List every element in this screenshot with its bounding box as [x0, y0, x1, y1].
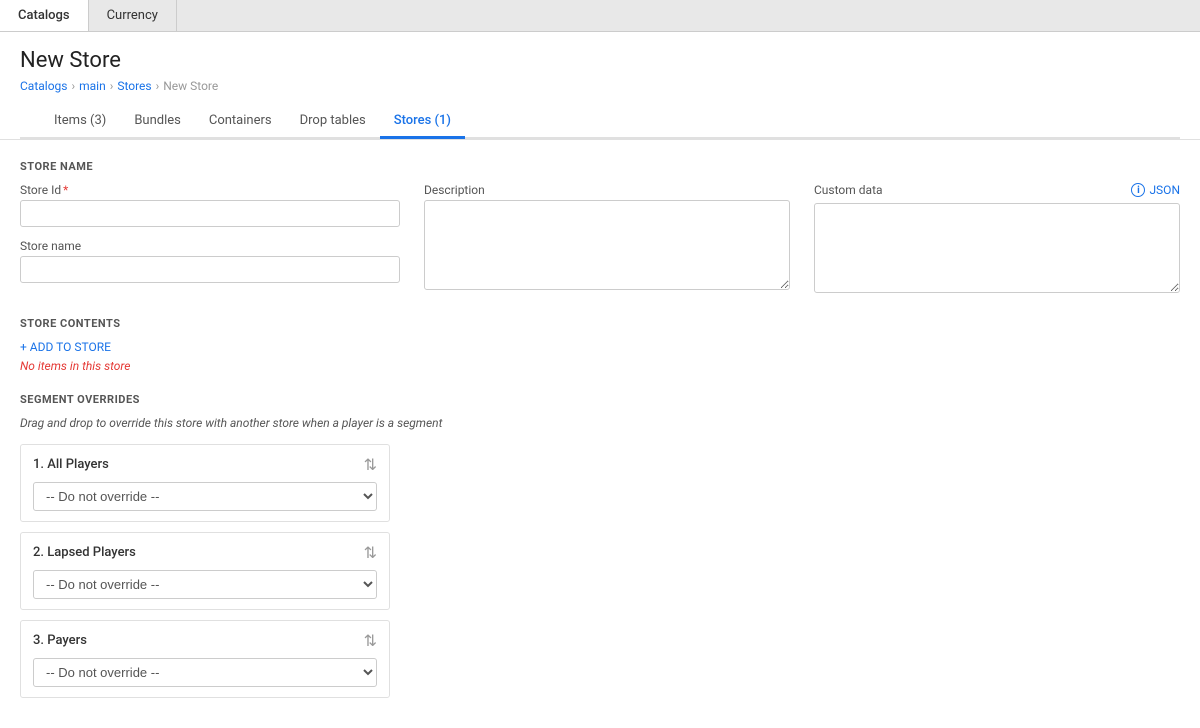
- segment-item-1-drag-icon[interactable]: ⇅: [364, 455, 377, 474]
- custom-data-field-group: Custom data i JSON: [814, 183, 1180, 297]
- sub-tab-bar: Items (3) Bundles Containers Drop tables…: [20, 105, 1180, 139]
- store-contents-label: STORE CONTENTS: [20, 317, 1180, 330]
- breadcrumb: Catalogs › main › Stores › New Store: [20, 79, 1180, 93]
- breadcrumb-current: New Store: [163, 79, 218, 93]
- segment-item-3-drag-icon[interactable]: ⇅: [364, 631, 377, 650]
- page-header: New Store Catalogs › main › Stores › New…: [0, 32, 1200, 139]
- store-name-field-group: Store name: [20, 239, 400, 283]
- segment-overrides-section: SEGMENT OVERRIDES Drag and drop to overr…: [20, 393, 1180, 698]
- tab-catalogs[interactable]: Catalogs: [0, 0, 89, 31]
- top-tab-bar: Catalogs Currency: [0, 0, 1200, 32]
- store-fields-row: Store Id* Store name Description Custom …: [20, 183, 1180, 297]
- segment-item-2: 2. Lapsed Players ⇅ -- Do not override -…: [20, 532, 390, 610]
- segment-item-2-title: 2. Lapsed Players: [33, 545, 136, 560]
- add-to-store-button[interactable]: + ADD TO STORE: [20, 340, 111, 354]
- tab-items[interactable]: Items (3): [40, 105, 120, 139]
- segment-overrides-label: SEGMENT OVERRIDES: [20, 393, 1180, 406]
- segment-item-3-select[interactable]: -- Do not override --: [33, 658, 377, 687]
- tab-currency[interactable]: Currency: [89, 0, 177, 31]
- description-field-group: Description: [424, 183, 790, 297]
- segment-item-1-header: 1. All Players ⇅: [33, 455, 377, 474]
- store-id-field-group: Store Id*: [20, 183, 400, 227]
- no-items-text: No items in this store: [20, 359, 1180, 373]
- tab-containers[interactable]: Containers: [195, 105, 286, 139]
- store-name-section-label: STORE NAME: [20, 160, 1180, 173]
- segment-item-3-header: 3. Payers ⇅: [33, 631, 377, 650]
- tab-stores[interactable]: Stores (1): [380, 105, 465, 139]
- description-textarea[interactable]: [424, 200, 790, 290]
- store-id-label: Store Id*: [20, 183, 400, 197]
- main-content: STORE NAME Store Id* Store name Descript…: [0, 140, 1200, 728]
- breadcrumb-catalogs[interactable]: Catalogs: [20, 79, 67, 93]
- segment-item-3-title: 3. Payers: [33, 633, 87, 648]
- segment-item-1-title: 1. All Players: [33, 457, 109, 472]
- json-toggle[interactable]: i JSON: [1131, 183, 1180, 197]
- store-id-input[interactable]: [20, 200, 400, 227]
- store-name-label: Store name: [20, 239, 400, 253]
- segment-overrides-description: Drag and drop to override this store wit…: [20, 416, 1180, 430]
- json-label-text: JSON: [1149, 183, 1180, 197]
- store-contents-section: STORE CONTENTS + ADD TO STORE No items i…: [20, 317, 1180, 373]
- custom-data-textarea[interactable]: [814, 203, 1180, 293]
- store-id-name-group: Store Id* Store name: [20, 183, 400, 297]
- segment-item-2-select[interactable]: -- Do not override --: [33, 570, 377, 599]
- custom-data-label: Custom data: [814, 183, 883, 197]
- store-id-required-star: *: [63, 183, 68, 197]
- page-title: New Store: [20, 48, 1180, 73]
- segment-item-2-drag-icon[interactable]: ⇅: [364, 543, 377, 562]
- breadcrumb-stores[interactable]: Stores: [117, 79, 151, 93]
- segment-item-3: 3. Payers ⇅ -- Do not override --: [20, 620, 390, 698]
- breadcrumb-main[interactable]: main: [79, 79, 106, 93]
- segment-item-1-select[interactable]: -- Do not override --: [33, 482, 377, 511]
- json-info-icon: i: [1131, 183, 1145, 197]
- store-name-input[interactable]: [20, 256, 400, 283]
- segment-item-1: 1. All Players ⇅ -- Do not override --: [20, 444, 390, 522]
- tab-drop-tables[interactable]: Drop tables: [286, 105, 380, 139]
- tab-bundles[interactable]: Bundles: [120, 105, 195, 139]
- description-label: Description: [424, 183, 790, 197]
- segment-item-2-header: 2. Lapsed Players ⇅: [33, 543, 377, 562]
